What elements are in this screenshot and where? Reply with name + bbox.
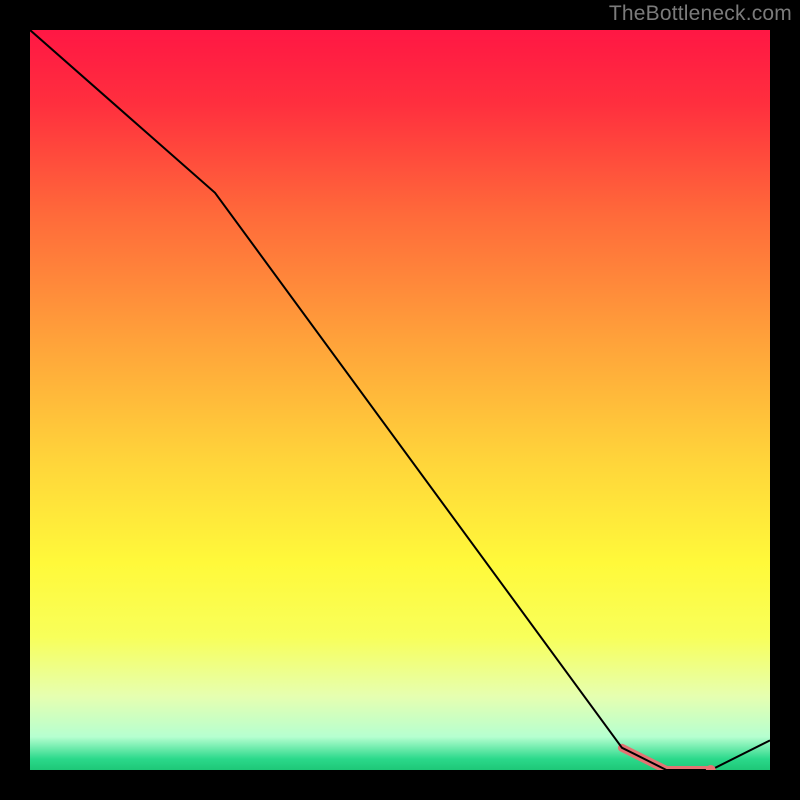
- chart-frame: TheBottleneck.com: [0, 0, 800, 800]
- chart-svg: [30, 30, 770, 770]
- chart-plot: [30, 30, 770, 770]
- chart-background: [30, 30, 770, 770]
- watermark-label: TheBottleneck.com: [609, 2, 792, 26]
